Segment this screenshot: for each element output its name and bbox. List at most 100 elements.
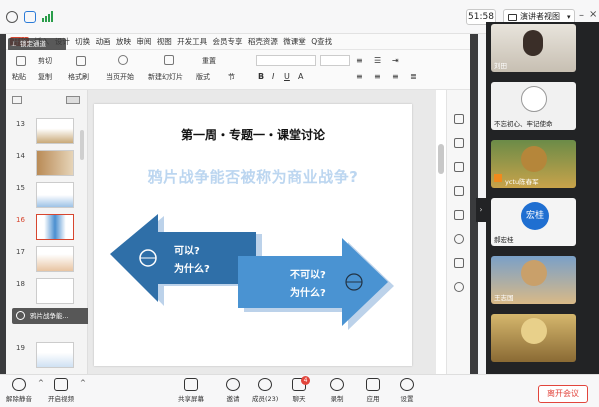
align-right-icon[interactable]: ≡	[392, 72, 399, 81]
property-icon[interactable]	[454, 114, 464, 124]
share-screen-icon	[184, 378, 198, 391]
left-arrow-line1: 可以?	[174, 246, 200, 257]
participant-tile[interactable]: 刘田	[491, 24, 576, 72]
slide-thumbnail-selected[interactable]	[36, 214, 74, 240]
location-icon[interactable]	[454, 282, 464, 292]
settings-button[interactable]: 设置	[400, 378, 414, 403]
paste-label[interactable]: 粘贴	[12, 72, 26, 82]
pin-tool-icon[interactable]	[454, 162, 464, 172]
participant-tile[interactable]	[491, 314, 576, 362]
thumbnail-view-icon[interactable]	[66, 96, 80, 104]
menu-item-resources[interactable]: 稻壳资源	[248, 37, 278, 46]
bold-icon[interactable]: B	[258, 72, 264, 81]
current-slide[interactable]: 第一周・专题一・课堂讨论 鸦片战争能否被称为商业战争? 可以? 为什么? 不可以…	[94, 104, 412, 366]
menu-item-member[interactable]: 会员专享	[213, 37, 243, 46]
slide-thumbnail[interactable]	[36, 118, 74, 144]
image-icon[interactable]	[454, 186, 464, 196]
unmute-button[interactable]: 解除静音	[6, 378, 32, 403]
section-button[interactable]: 节	[228, 72, 235, 82]
minimize-icon[interactable]: –	[579, 10, 584, 21]
record-button[interactable]: 录制	[330, 378, 344, 403]
slide-scrollbar[interactable]	[438, 144, 444, 174]
reset-button[interactable]: 重置	[202, 56, 216, 66]
align-center-icon[interactable]: ≡	[374, 72, 381, 81]
format-painter-button[interactable]: 格式刷	[68, 72, 89, 82]
members-icon	[258, 378, 273, 391]
layout-button[interactable]: 版式	[196, 72, 210, 82]
info-icon[interactable]	[6, 11, 18, 23]
play-icon[interactable]	[118, 55, 128, 65]
font-size-select[interactable]	[320, 55, 350, 66]
chevron-up-icon[interactable]: ^	[38, 379, 44, 387]
participant-tile[interactable]: 宏桂 郝宏桂	[491, 198, 576, 246]
adjust-icon[interactable]	[454, 138, 464, 148]
menu-item-developer[interactable]: 开发工具	[177, 37, 207, 46]
thumb-number: 19	[16, 344, 25, 352]
camera-off-icon	[54, 378, 68, 391]
participant-name: 王志国	[494, 294, 514, 302]
indent-icon[interactable]: ⇥	[392, 56, 399, 65]
participant-tile[interactable]: yctu陈春军	[491, 140, 576, 188]
copy-button[interactable]: 复制	[38, 72, 52, 82]
leave-meeting-button[interactable]: 离开会议	[538, 385, 588, 403]
start-video-button[interactable]: 开启视频	[48, 378, 74, 403]
outline-view-icon[interactable]	[12, 96, 22, 104]
presenter-view-label: 演讲者视图	[520, 12, 560, 21]
animation-icon[interactable]	[454, 210, 464, 220]
new-slide-icon[interactable]	[164, 55, 174, 65]
underline-icon[interactable]: U	[284, 72, 290, 81]
collapse-panel-icon[interactable]: ›	[476, 198, 486, 222]
share-screen-button[interactable]: 共享屏幕	[178, 378, 204, 403]
side-tools-panel	[446, 90, 470, 374]
font-color-icon[interactable]: A	[298, 72, 303, 81]
format-painter-icon[interactable]	[76, 56, 86, 66]
slide-thumbnail[interactable]	[36, 246, 74, 272]
chat-label: 聊天	[292, 395, 306, 403]
record-icon	[330, 378, 344, 391]
participant-avatar	[521, 146, 547, 172]
members-label: 成员(23)	[252, 395, 279, 403]
right-arrow-line2: 为什么?	[290, 288, 326, 299]
apps-button[interactable]: 应用	[366, 378, 380, 403]
menu-item-microclass[interactable]: 微课堂	[283, 37, 306, 46]
wps-presentation-window: 开始 插入 设计 切换 动画 放映 审阅 视图 开发工具 会员专享 稻壳资源 微…	[6, 34, 470, 374]
justify-icon[interactable]: ≣	[410, 72, 417, 81]
menu-item-review[interactable]: 审阅	[136, 37, 151, 46]
font-name-select[interactable]	[256, 55, 316, 66]
right-arrow-line1: 不可以?	[290, 270, 326, 281]
play-from-current-button[interactable]: 当页开始	[106, 72, 134, 82]
menu-item-search[interactable]: Q查找	[311, 37, 332, 46]
meeting-control-bar: 解除静音 ^ 开启视频 ^ 共享屏幕 邀请 成员(23) 聊天 4 录制 应用 …	[0, 374, 599, 407]
invite-button[interactable]: 邀请	[226, 378, 240, 403]
align-icon[interactable]: ≡	[356, 56, 363, 65]
menu-item-animation[interactable]: 动画	[96, 37, 111, 46]
slide-thumbnail[interactable]	[36, 278, 74, 304]
menu-item-transition[interactable]: 切换	[75, 37, 90, 46]
italic-icon[interactable]: I	[272, 72, 274, 81]
new-slide-button[interactable]: 新建幻灯片	[148, 72, 183, 82]
cut-button[interactable]: 剪切	[38, 56, 52, 66]
lock-channel-label: 锁定通道	[20, 40, 46, 48]
slide-thumbnail[interactable]	[36, 182, 74, 208]
menu-item-view[interactable]: 视图	[157, 37, 172, 46]
thumbnail-tooltip: 鸦片战争能...	[12, 308, 96, 324]
participant-tile[interactable]: 不忘初心、牢记使命	[491, 82, 576, 130]
chevron-up-icon[interactable]: ^	[80, 379, 86, 387]
thumbnail-scrollbar[interactable]	[80, 130, 84, 160]
slide-title: 第一周・专题一・课堂讨论	[180, 128, 325, 142]
menu-item-slideshow[interactable]: 放映	[116, 37, 131, 46]
participant-avatar	[521, 260, 547, 286]
members-button[interactable]: 成员(23)	[252, 378, 278, 403]
list-icon[interactable]: ☰	[374, 56, 381, 65]
menu-bar: 开始 插入 设计 切换 动画 放映 审阅 视图 开发工具 会员专享 稻壳资源 微…	[6, 34, 470, 50]
slide-thumbnail[interactable]	[36, 342, 74, 368]
close-icon[interactable]: ×	[589, 9, 597, 20]
align-left-icon[interactable]: ≡	[356, 72, 363, 81]
signal-icon	[42, 11, 54, 22]
paste-icon[interactable]	[16, 56, 26, 66]
share-icon[interactable]	[454, 258, 464, 268]
participant-tile[interactable]: 王志国	[491, 256, 576, 304]
start-video-label: 开启视频	[48, 395, 74, 403]
slide-thumbnail[interactable]	[36, 150, 74, 176]
help-icon[interactable]	[454, 234, 464, 244]
